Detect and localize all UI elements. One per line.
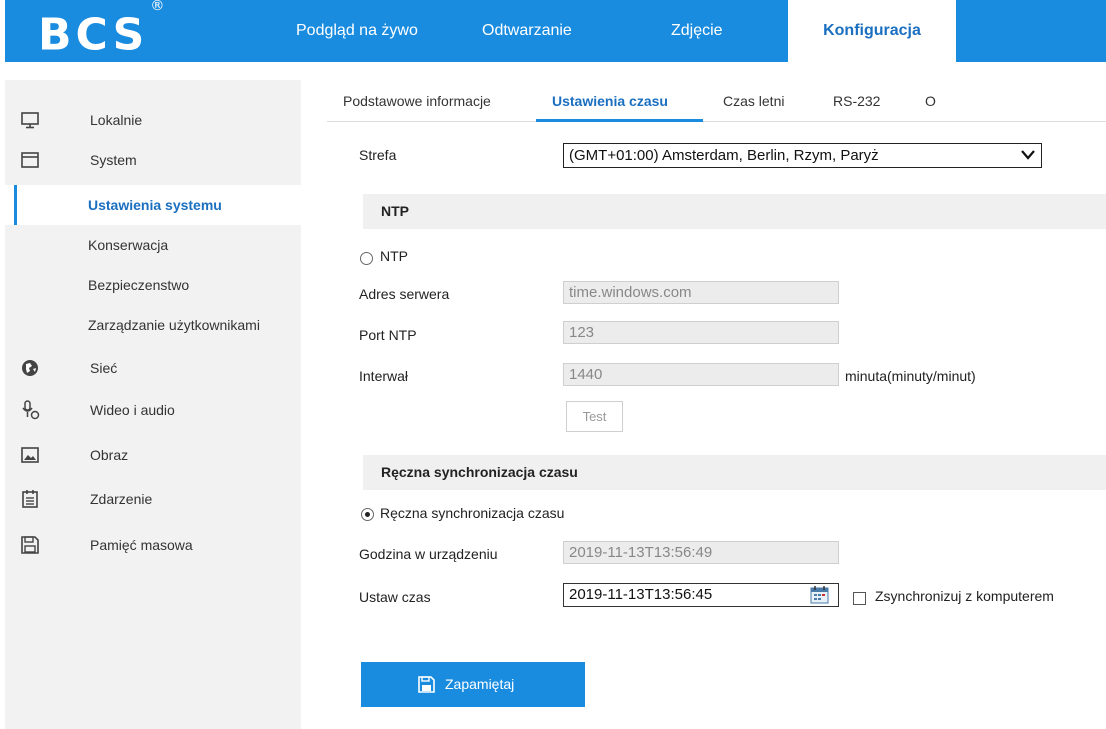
section-manual-sync: Ręczna synchronizacja czasu [363, 455, 1106, 490]
sidebar-item-storage[interactable]: Pamięć masowa [5, 525, 301, 565]
sidebar-item-system[interactable]: System [5, 140, 301, 180]
timezone-value: (GMT+01:00) Amsterdam, Berlin, Rzym, Par… [569, 147, 879, 164]
sidebar-item-label: Obraz [90, 447, 129, 463]
globe-icon [22, 360, 38, 376]
sidebar-item-local[interactable]: Lokalnie [5, 100, 301, 140]
floppy-disk-icon [21, 536, 39, 554]
manual-sync-radio-label: Ręczna synchronizacja czasu [380, 505, 565, 521]
timezone-label: Strefa [359, 147, 397, 163]
sidebar-item-label: Lokalnie [90, 112, 143, 128]
sidebar-item-label: Konserwacja [88, 237, 169, 253]
sidebar-item-label: Wideo i audio [90, 402, 175, 418]
sidebar: Lokalnie System Ustawienia systemu Konse… [5, 80, 301, 729]
tab-bar: Podstawowe informacje Ustawienia czasu C… [327, 88, 1106, 122]
sidebar-item-image[interactable]: Obraz [5, 435, 301, 475]
interval-label: Interwał [359, 368, 409, 384]
tab-about[interactable]: O [925, 88, 936, 122]
ntp-radio-label: NTP [380, 248, 408, 264]
sync-pc-checkbox[interactable] [853, 592, 866, 605]
tab-basic-info[interactable]: Podstawowe informacje [343, 88, 491, 122]
server-address-label: Adres serwera [359, 286, 450, 302]
chevron-down-icon [1021, 150, 1035, 160]
sidebar-item-label: Zdarzenie [90, 491, 153, 507]
timezone-select[interactable]: (GMT+01:00) Amsterdam, Berlin, Rzym, Par… [563, 143, 1042, 168]
tab-dst[interactable]: Czas letni [723, 88, 784, 122]
sidebar-item-label: Pamięć masowa [90, 537, 193, 553]
tab-time-settings[interactable]: Ustawienia czasu [536, 88, 703, 122]
window-icon [21, 152, 39, 168]
ntp-radio[interactable] [360, 252, 373, 265]
interval-field[interactable]: 1440 [563, 363, 839, 386]
nav-picture[interactable]: Zdjęcie [671, 0, 723, 62]
ntp-port-label: Port NTP [359, 327, 417, 343]
sidebar-item-video-audio[interactable]: Wideo i audio [5, 390, 301, 430]
image-icon [21, 447, 39, 463]
sidebar-item-user-management[interactable]: Zarządzanie użytkownikami [5, 305, 301, 345]
tab-rs232[interactable]: RS-232 [833, 88, 880, 122]
sidebar-item-label: System [90, 152, 137, 168]
sync-pc-label: Zsynchronizuj z komputerem [875, 588, 1054, 604]
nav-playback[interactable]: Odtwarzanie [482, 0, 572, 62]
set-time-field[interactable]: 2019-11-13T13:56:45 [563, 583, 839, 607]
calendar-list-icon [22, 490, 38, 508]
save-button[interactable]: Zapamiętaj [361, 662, 585, 707]
sidebar-item-label: Sieć [90, 360, 118, 376]
nav-live-view[interactable]: Podgląd na żywo [296, 0, 418, 62]
top-bar: BCS® Podgląd na żywo Odtwarzanie Zdjęcie… [0, 0, 1106, 80]
sidebar-item-label: Ustawienia systemu [88, 197, 222, 213]
brand-logo: BCS® [38, 0, 165, 61]
monitor-icon [21, 112, 39, 129]
nav-configuration[interactable]: Konfiguracja [788, 0, 956, 62]
sidebar-item-maintenance[interactable]: Konserwacja [5, 225, 301, 265]
set-time-label: Ustaw czas [359, 589, 431, 605]
floppy-disk-icon [418, 676, 435, 693]
save-button-label: Zapamiętaj [445, 676, 515, 692]
calendar-picker-icon[interactable] [810, 585, 829, 604]
test-button[interactable]: Test [566, 401, 623, 432]
sidebar-item-security[interactable]: Bezpieczenstwo [5, 265, 301, 305]
section-ntp: NTP [363, 194, 1106, 229]
interval-unit: minuta(minuty/minut) [845, 368, 976, 384]
sidebar-item-network[interactable]: Sieć [5, 348, 301, 388]
microphone-video-icon [22, 400, 40, 420]
manual-sync-radio[interactable] [361, 508, 374, 521]
sidebar-item-label: Zarządzanie użytkownikami [88, 317, 260, 333]
device-time-field: 2019-11-13T13:56:49 [563, 541, 839, 564]
device-time-label: Godzina w urządzeniu [359, 546, 498, 562]
sidebar-item-label: Bezpieczenstwo [88, 277, 190, 293]
sidebar-item-system-settings[interactable]: Ustawienia systemu [5, 185, 301, 225]
sidebar-item-event[interactable]: Zdarzenie [5, 479, 301, 519]
server-address-field[interactable]: time.windows.com [563, 281, 839, 304]
ntp-port-field[interactable]: 123 [563, 321, 839, 344]
